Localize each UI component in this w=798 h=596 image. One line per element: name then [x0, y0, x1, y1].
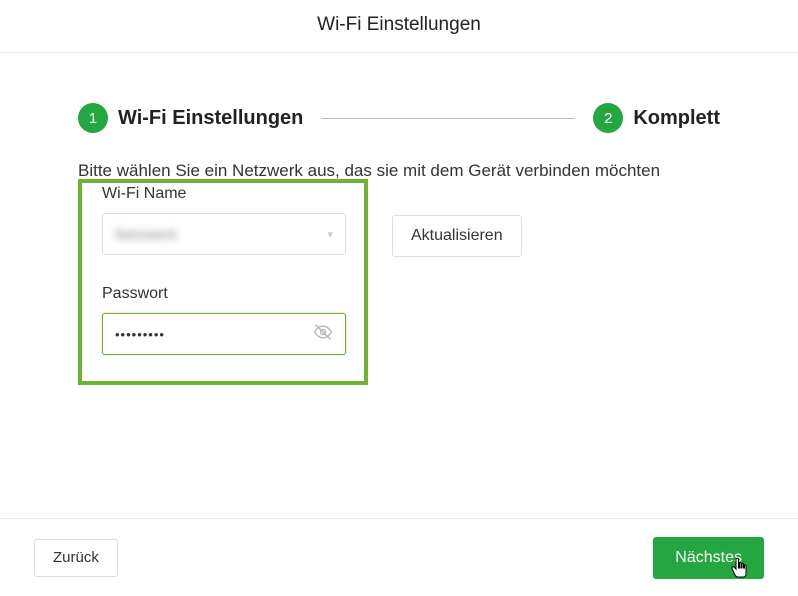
password-label: Passwort: [102, 285, 344, 303]
password-input[interactable]: •••••••••: [102, 313, 346, 355]
refresh-button[interactable]: Aktualisieren: [392, 215, 522, 257]
chevron-down-icon: ▾: [327, 228, 333, 241]
back-button[interactable]: Zurück: [34, 539, 118, 577]
wifi-name-group: Wi-Fi Name Netzwerk ▾: [102, 185, 344, 255]
wifi-name-value: Netzwerk: [115, 226, 177, 242]
step-1-label: Wi-Fi Einstellungen: [118, 107, 303, 130]
step-indicator: 1 Wi-Fi Einstellungen 2 Komplett: [78, 103, 720, 133]
step-1-number: 1: [78, 103, 108, 133]
password-group: Passwort •••••••••: [102, 285, 344, 355]
highlight-box: Wi-Fi Name Netzwerk ▾ Passwort •••••••••: [78, 179, 368, 385]
step-2-number: 2: [593, 103, 623, 133]
next-button[interactable]: Nächstes: [653, 537, 764, 579]
main-content: 1 Wi-Fi Einstellungen 2 Komplett Bitte w…: [0, 53, 798, 385]
wifi-name-label: Wi-Fi Name: [102, 185, 344, 203]
eye-hidden-icon[interactable]: [313, 322, 333, 347]
step-connector: [321, 118, 575, 119]
wifi-name-select[interactable]: Netzwerk ▾: [102, 213, 346, 255]
footer: Zurück Nächstes: [0, 518, 798, 596]
step-2-label: Komplett: [633, 107, 720, 130]
step-1: 1 Wi-Fi Einstellungen: [78, 103, 303, 133]
password-value: •••••••••: [115, 327, 165, 342]
form-row: Wi-Fi Name Netzwerk ▾ Passwort •••••••••: [78, 185, 720, 385]
page-title: Wi-Fi Einstellungen: [0, 0, 798, 53]
step-2: 2 Komplett: [593, 103, 720, 133]
instruction-text: Bitte wählen Sie ein Netzwerk aus, das s…: [78, 161, 720, 181]
